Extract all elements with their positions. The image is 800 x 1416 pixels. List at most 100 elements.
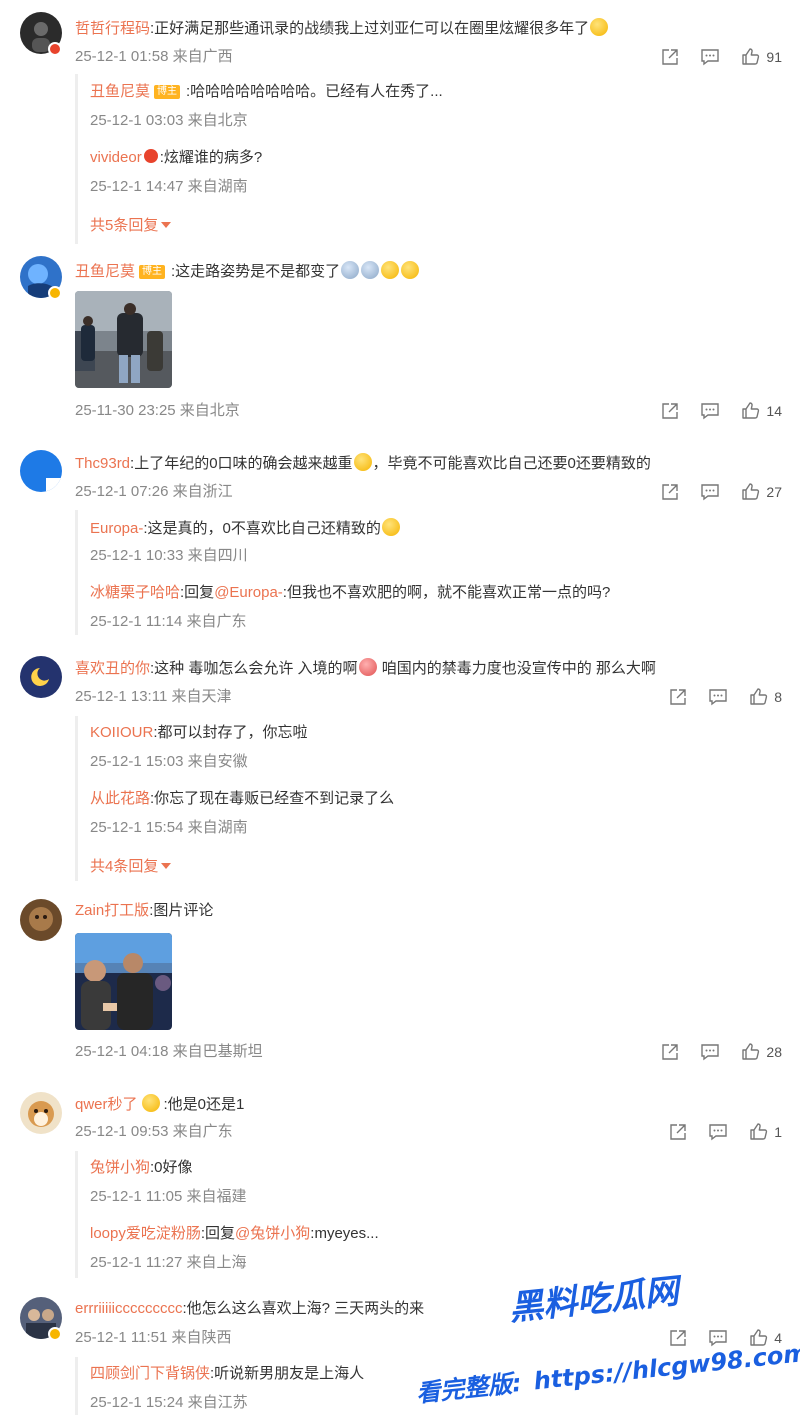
share-button[interactable] bbox=[668, 687, 688, 707]
mention-link[interactable]: @兔饼小狗 bbox=[235, 1225, 310, 1242]
reply-meta: 25-12-1 10:33 来自四川 bbox=[90, 547, 248, 564]
share-button[interactable] bbox=[668, 1328, 688, 1348]
reply-button[interactable] bbox=[700, 47, 720, 67]
reply-content: KOIIOUR:都可以封存了，你忘啦 bbox=[90, 723, 308, 743]
username-link[interactable]: vivideor bbox=[90, 149, 142, 166]
comment-meta: 25-12-1 01:58 来自广西 bbox=[75, 48, 233, 65]
username-link[interactable]: qwer秒了 bbox=[75, 1096, 138, 1113]
like-button[interactable]: 14 bbox=[740, 401, 782, 421]
username-link[interactable]: errriiiiiccccccccc bbox=[75, 1300, 183, 1317]
like-button[interactable]: 1 bbox=[748, 1122, 782, 1142]
comment-meta: 25-12-1 07:26 来自浙江 bbox=[75, 483, 233, 500]
comment-item: 丑鱼尼莫 博主 :这走路姿势是不是都变了 25-11-30 23:25 来自北京 1… bbox=[0, 256, 800, 426]
comment-text-2: ，毕竟不可能喜欢比自己还要0还要精致的 bbox=[372, 455, 651, 472]
like-icon bbox=[742, 483, 760, 500]
comment-text: :他是0还是1 bbox=[163, 1096, 245, 1113]
reply-meta: 25-12-1 11:27 来自上海 bbox=[90, 1254, 247, 1271]
like-button[interactable]: 4 bbox=[748, 1328, 782, 1348]
like-count: 8 bbox=[774, 689, 782, 705]
reply-button[interactable] bbox=[708, 687, 728, 707]
reply-list: 兔饼小狗:0好像 25-12-1 11:05 来自福建 loopy爱吃淀粉肠:回… bbox=[75, 1151, 775, 1278]
more-replies-button[interactable]: 共4条回复 bbox=[90, 855, 172, 876]
more-replies-button[interactable]: 共5条回复 bbox=[90, 214, 172, 235]
like-icon bbox=[750, 688, 768, 705]
reply-button[interactable] bbox=[700, 401, 720, 421]
emoji-icon bbox=[590, 18, 609, 36]
share-button[interactable] bbox=[660, 47, 680, 67]
like-icon bbox=[742, 1043, 760, 1060]
username-link[interactable]: 丑鱼尼莫 bbox=[90, 83, 150, 100]
share-button[interactable] bbox=[660, 1042, 680, 1062]
reply-content: 兔饼小狗:0好像 bbox=[90, 1158, 193, 1178]
username-link[interactable]: 四顾剑门下背锅侠 bbox=[90, 1365, 210, 1382]
mention-link[interactable]: @Europa- bbox=[214, 584, 283, 601]
username-link[interactable]: loopy爱吃淀粉肠 bbox=[90, 1225, 201, 1242]
share-icon bbox=[662, 403, 679, 419]
comment-text: :这种 毒咖怎么会允许 入境的啊 bbox=[150, 660, 358, 677]
avatar[interactable] bbox=[20, 656, 62, 698]
like-button[interactable]: 27 bbox=[740, 482, 782, 502]
comment-icon bbox=[709, 689, 727, 706]
username-link[interactable]: 喜欢丑的你 bbox=[75, 660, 150, 677]
comment-icon bbox=[709, 1124, 727, 1141]
share-button[interactable] bbox=[660, 401, 680, 421]
reply-content: 丑鱼尼莫 博主:哈哈哈哈哈哈哈哈。已经有人在秀了... bbox=[90, 82, 443, 102]
username-link[interactable]: 兔饼小狗 bbox=[90, 1159, 150, 1176]
reply-list: 丑鱼尼莫 博主:哈哈哈哈哈哈哈哈。已经有人在秀了... 25-12-1 03:03… bbox=[75, 74, 775, 244]
username-link[interactable]: 哲哲行程码 bbox=[75, 20, 150, 37]
comment-icon bbox=[701, 484, 720, 501]
comment-photo[interactable] bbox=[75, 291, 172, 388]
username-link[interactable]: 丑鱼尼莫 bbox=[75, 263, 135, 280]
share-icon bbox=[662, 49, 679, 65]
avatar[interactable] bbox=[20, 1092, 62, 1134]
comment-text: :图片评论 bbox=[149, 902, 214, 919]
avatar[interactable] bbox=[20, 899, 62, 941]
reply-button[interactable] bbox=[700, 482, 720, 502]
more-replies-label: 共5条回复 bbox=[90, 217, 159, 234]
comment-photo[interactable] bbox=[75, 933, 172, 1030]
reply-content: Europa-:这是真的，0不喜欢比自己还精致的 bbox=[90, 518, 401, 539]
reply-content: 四顾剑门下背锅侠:听说新男朋友是上海人 bbox=[90, 1364, 364, 1384]
reply-meta: 25-12-1 03:03 来自北京 bbox=[90, 112, 248, 129]
reply-prefix: :回复 bbox=[200, 1225, 236, 1242]
reply-meta: 25-12-1 11:05 来自福建 bbox=[90, 1188, 247, 1205]
comment-text: :他怎么这么喜欢上海? 三天两头的来 bbox=[182, 1300, 425, 1317]
share-button[interactable] bbox=[660, 482, 680, 502]
reply-meta: 25-12-1 15:03 来自安徽 bbox=[90, 753, 248, 770]
like-icon bbox=[750, 1123, 768, 1140]
like-count: 14 bbox=[766, 403, 782, 419]
comment-icon bbox=[709, 1330, 727, 1347]
owner-badge: 博主 bbox=[139, 265, 166, 279]
username-link[interactable]: 从此花路 bbox=[90, 790, 150, 807]
username-link[interactable]: 冰糖栗子哈哈 bbox=[90, 584, 180, 601]
reply-button[interactable] bbox=[700, 1042, 720, 1062]
comment-icon bbox=[701, 49, 720, 66]
reply-content: vivideor:炫耀谁的病多? bbox=[90, 148, 262, 168]
comment-text: :这走路姿势是不是都变了 bbox=[171, 263, 341, 280]
like-button[interactable]: 8 bbox=[748, 687, 782, 707]
comment-meta: 25-11-30 23:25 来自北京 bbox=[75, 402, 240, 419]
share-button[interactable] bbox=[668, 1122, 688, 1142]
username-link[interactable]: Europa- bbox=[90, 520, 143, 537]
reply-meta: 25-12-1 15:54 来自湖南 bbox=[90, 819, 248, 836]
comment-item: Zain打工版:图片评论 25-12-1 04:18 来自巴基斯坦 28 bbox=[0, 899, 800, 1069]
comment-content: 丑鱼尼莫 博主 :这走路姿势是不是都变了 bbox=[75, 261, 420, 282]
reply-button[interactable] bbox=[708, 1328, 728, 1348]
username-link[interactable]: Zain打工版 bbox=[75, 902, 149, 919]
reply-text: :这是真的，0不喜欢比自己还精致的 bbox=[143, 520, 381, 537]
comment-content: 哲哲行程码:正好满足那些通讯录的战绩我上过刘亚仁可以在圈里炫耀很多年了 bbox=[75, 18, 609, 39]
verified-badge-icon bbox=[48, 42, 62, 56]
avatar[interactable] bbox=[20, 450, 62, 492]
comment-actions: 8 bbox=[668, 687, 782, 707]
like-button[interactable]: 91 bbox=[740, 47, 782, 67]
comment-content: Thc93rd:上了年纪的0口味的确会越来越重 ，毕竟不可能喜欢比自己还要0还要精… bbox=[75, 453, 651, 474]
like-button[interactable]: 28 bbox=[740, 1042, 782, 1062]
username-link[interactable]: Thc93rd bbox=[75, 455, 130, 472]
reply-text: :哈哈哈哈哈哈哈哈。已经有人在秀了... bbox=[186, 83, 443, 100]
verified-badge-icon bbox=[48, 286, 62, 300]
like-icon bbox=[742, 402, 760, 419]
username-link[interactable]: KOIIOUR bbox=[90, 724, 153, 741]
emoji-icon bbox=[353, 453, 372, 471]
comment-content: 喜欢丑的你:这种 毒咖怎么会允许 入境的啊 咱国内的禁毒力度也没宣传中的 那么大… bbox=[75, 658, 656, 679]
reply-button[interactable] bbox=[708, 1122, 728, 1142]
